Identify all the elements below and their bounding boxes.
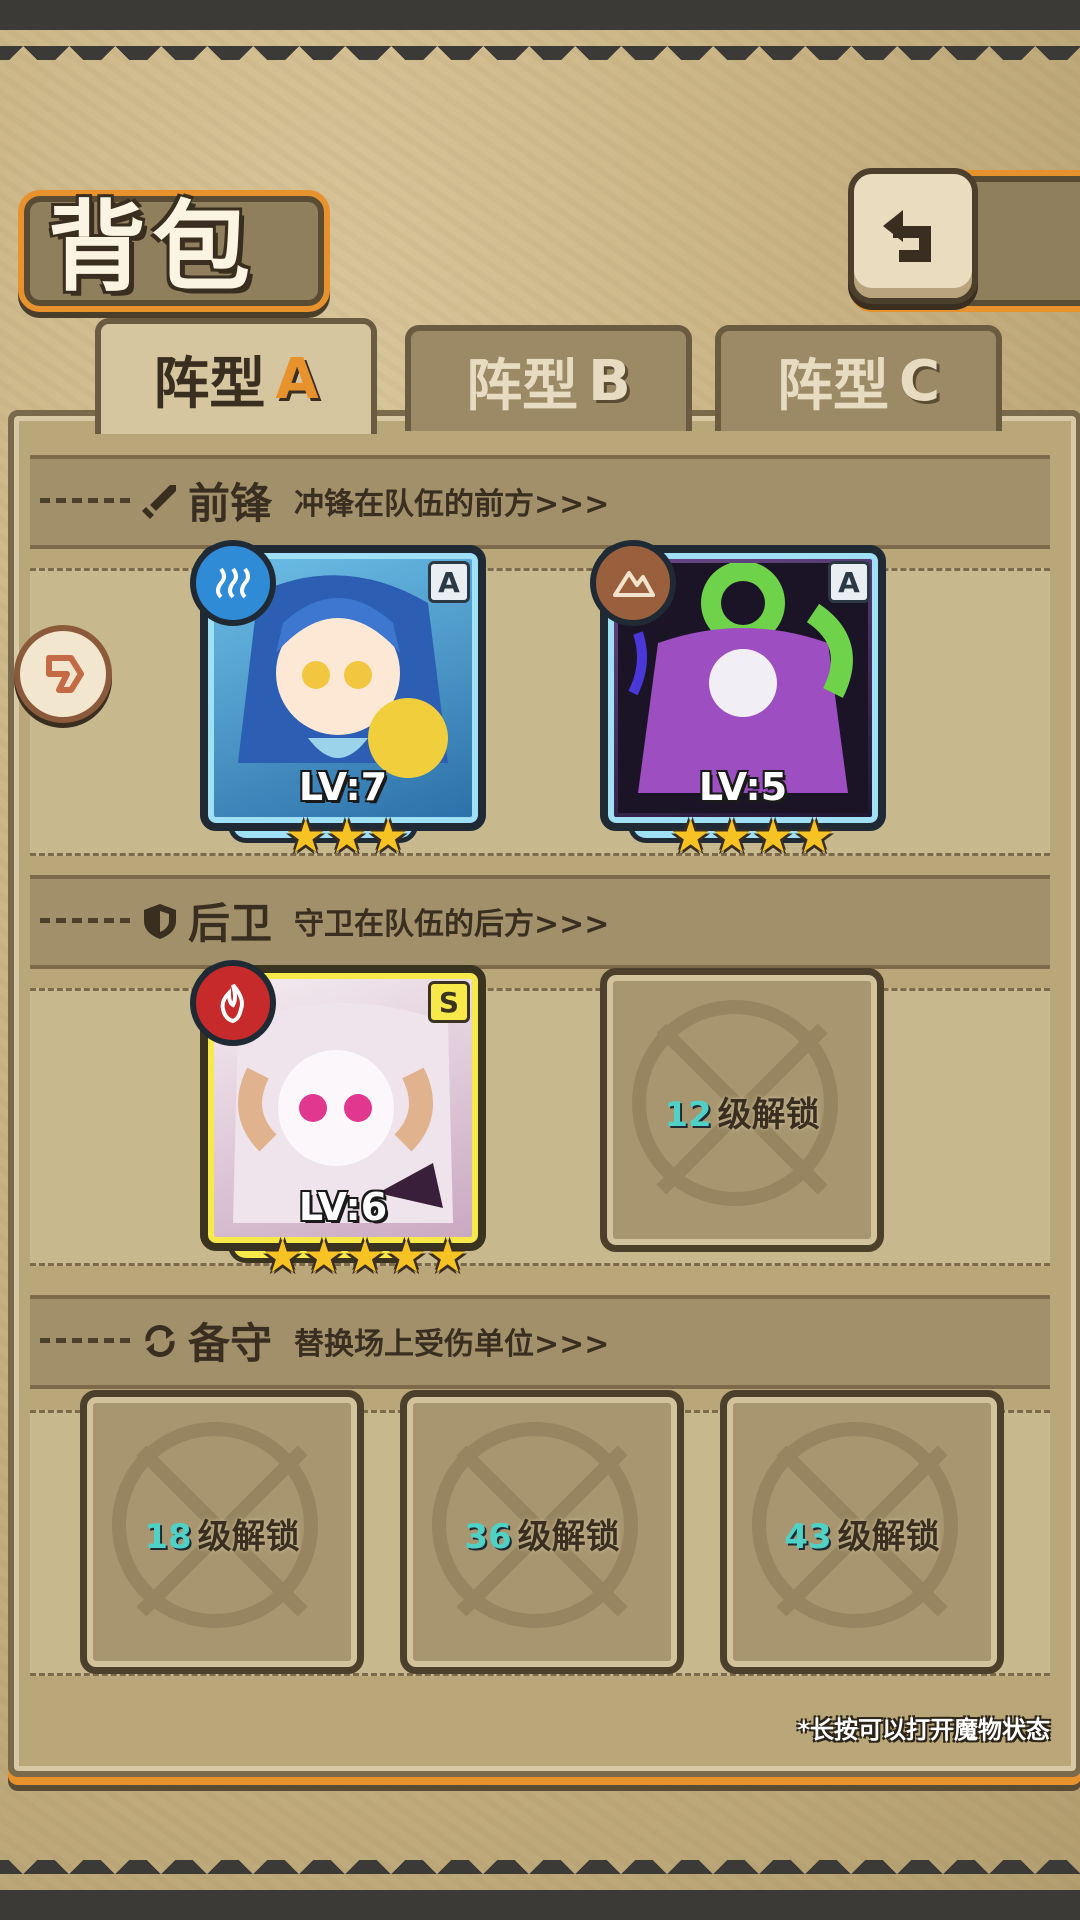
tab-a-suffix: A <box>275 346 319 412</box>
torn-edge-bottom <box>0 1860 1080 1920</box>
section-reserve-title: 备守 <box>188 1319 273 1368</box>
section-front-title: 前锋 <box>188 479 273 528</box>
hero-level: LV:5 <box>698 765 788 809</box>
front-row <box>30 568 1050 856</box>
rear-row <box>30 988 1050 1266</box>
grade-badge: S <box>428 981 470 1023</box>
unlock-level: 36 <box>464 1517 512 1557</box>
tab-c-suffix: C <box>898 348 941 414</box>
star-rating-front-1: ★ ★ ★ <box>285 809 409 863</box>
tab-c-label: 阵型 <box>776 353 889 419</box>
fire-icon <box>190 960 276 1046</box>
section-reserve-heading: 备守 替换场上受伤单位>>> <box>140 1310 609 1371</box>
tab-formation-b[interactable]: 阵型 B <box>405 325 692 431</box>
unlock-level: 43 <box>784 1517 832 1557</box>
sword-icon <box>142 484 176 519</box>
unlock-label: 18 级解锁 <box>87 1509 357 1558</box>
back-arrow-icon <box>883 210 931 262</box>
locked-slot-reserve-3[interactable]: 43 级解锁 <box>720 1390 1004 1674</box>
hero-level: LV:7 <box>298 765 388 809</box>
unlock-label: 43 级解锁 <box>727 1509 997 1558</box>
unlock-text: 级解锁 <box>717 1095 820 1135</box>
arrow-right-icon <box>46 655 84 693</box>
unlock-text: 级解锁 <box>837 1517 940 1557</box>
unlock-label: 12 级解锁 <box>607 1087 877 1136</box>
section-front-dash <box>40 498 130 503</box>
section-front-subtitle: 冲锋在队伍的前方>>> <box>294 486 610 522</box>
unlock-text: 级解锁 <box>197 1517 300 1557</box>
earth-icon <box>590 540 676 626</box>
unlock-label: 36 级解锁 <box>407 1509 677 1558</box>
grade-badge: A <box>828 561 870 603</box>
water-icon <box>190 540 276 626</box>
section-rear-title: 后卫 <box>188 899 273 948</box>
locked-slot-reserve-2[interactable]: 36 级解锁 <box>400 1390 684 1674</box>
star-rating-rear-1: ★ ★ ★ ★ ★ <box>262 1229 469 1283</box>
page-title: 背包 <box>48 191 257 305</box>
section-reserve-dash <box>40 1338 130 1343</box>
unlock-text: 级解锁 <box>517 1517 620 1557</box>
section-front-heading: 前锋 冲锋在队伍的前方>>> <box>140 470 609 531</box>
unlock-level: 12 <box>664 1095 712 1135</box>
grade-badge: A <box>428 561 470 603</box>
locked-slot-reserve-1[interactable]: 18 级解锁 <box>80 1390 364 1674</box>
unlock-level: 18 <box>144 1517 192 1557</box>
tab-b-suffix: B <box>588 348 631 414</box>
tab-b-label: 阵型 <box>466 353 579 419</box>
locked-slot-rear-2[interactable]: 12 级解锁 <box>600 968 884 1252</box>
section-rear-heading: 后卫 守卫在队伍的后方>>> <box>140 890 609 951</box>
section-rear-subtitle: 守卫在队伍的后方>>> <box>294 906 610 942</box>
swap-icon <box>145 1324 175 1357</box>
shield-icon <box>144 903 176 939</box>
tab-a-label: 阵型 <box>153 351 266 417</box>
torn-edge-top <box>0 0 1080 60</box>
section-reserve-subtitle: 替换场上受伤单位>>> <box>294 1326 610 1362</box>
star-rating-front-2: ★ ★ ★ ★ <box>670 809 835 863</box>
tab-formation-a[interactable]: 阵型 A <box>95 318 377 434</box>
back-button[interactable] <box>848 168 978 304</box>
section-rear-dash <box>40 918 130 923</box>
long-press-hint: *长按可以打开魔物状态 <box>797 1716 1050 1744</box>
hero-level: LV:6 <box>298 1185 388 1229</box>
side-toggle-button[interactable] <box>14 625 112 723</box>
tab-formation-c[interactable]: 阵型 C <box>715 325 1002 431</box>
